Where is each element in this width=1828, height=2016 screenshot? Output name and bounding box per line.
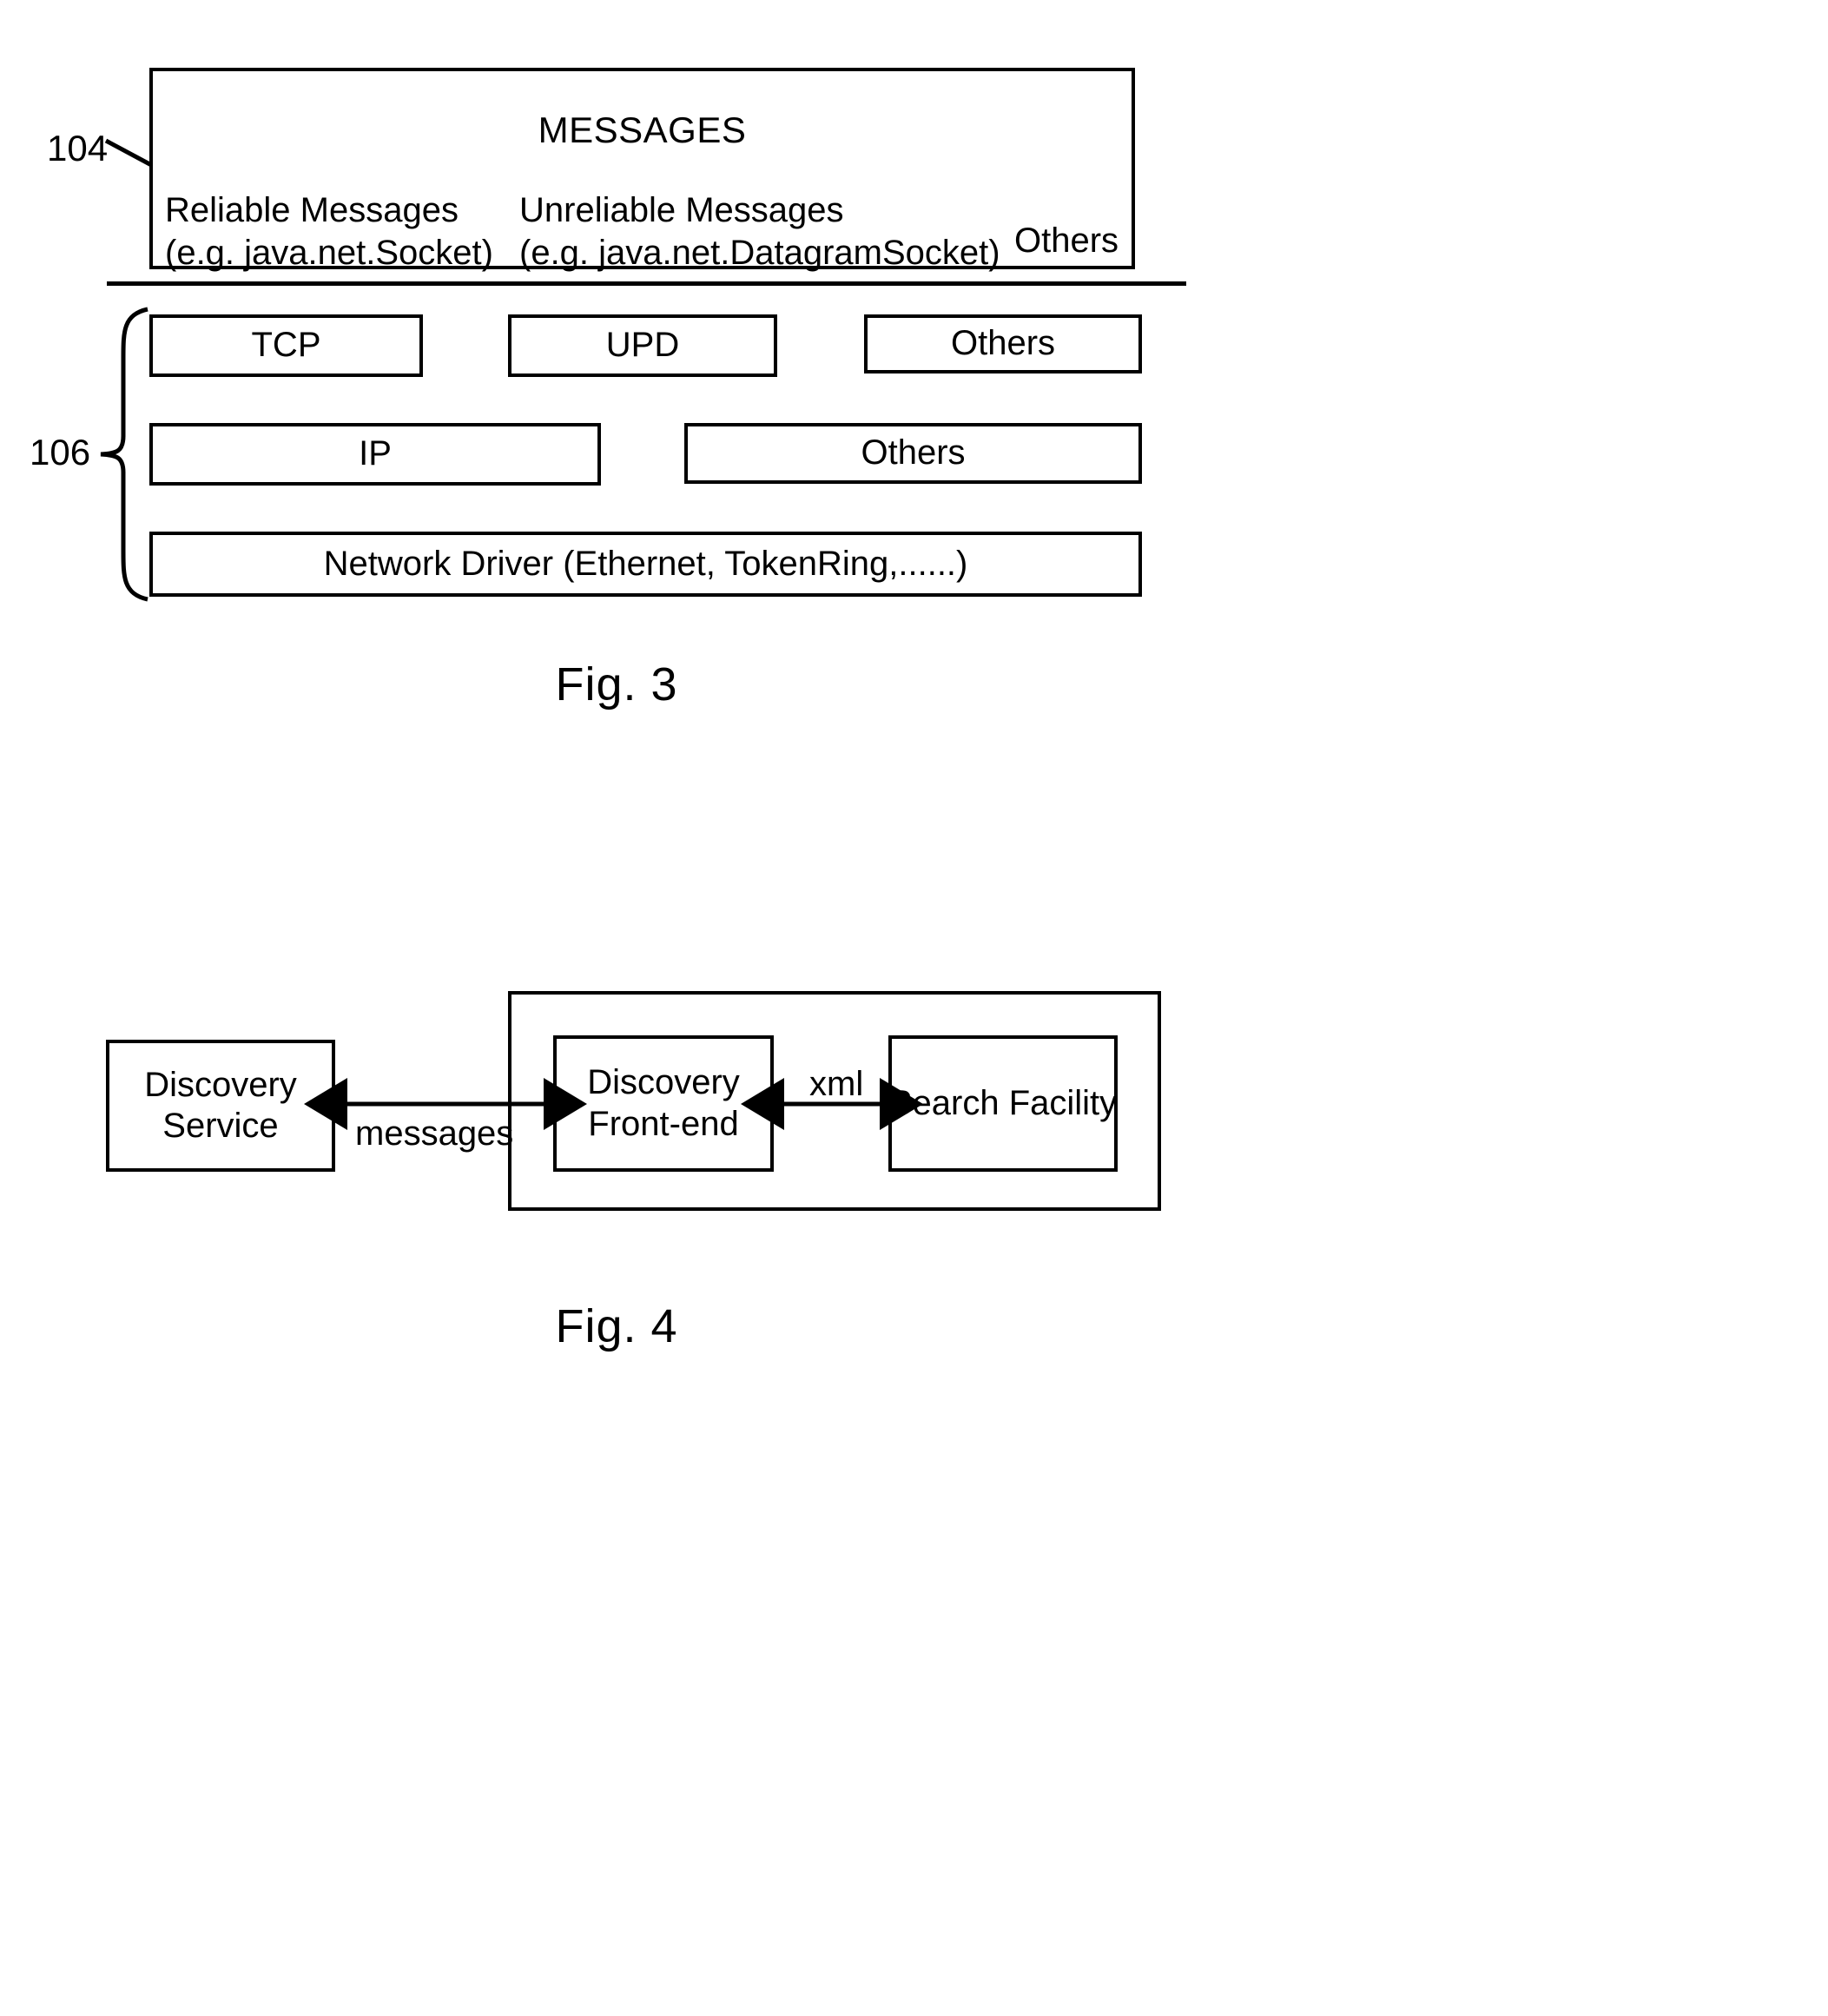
node-discovery-service-label: Discovery Service	[144, 1065, 297, 1147]
reference-numeral-104: 104	[47, 128, 109, 169]
protocol-box-others-transport-label: Others	[950, 324, 1056, 363]
node-discovery-service: Discovery Service	[106, 1040, 335, 1172]
protocol-box-others-transport: Others	[864, 314, 1142, 373]
node-discovery-frontend: Discovery Front-end	[553, 1035, 774, 1172]
unreliable-messages-line2: (e.g. java.net.DatagramSocket)	[519, 233, 1000, 272]
curly-brace-icon	[100, 307, 148, 602]
reliable-messages-label: Reliable Messages (e.g. java.net.Socket)	[165, 189, 493, 274]
node-discovery-service-line1: Discovery	[144, 1065, 297, 1104]
protocol-box-others-network-label: Others	[861, 433, 966, 473]
node-discovery-service-line2: Service	[162, 1107, 279, 1145]
protocol-box-ip-label: IP	[359, 434, 392, 473]
node-discovery-frontend-label: Discovery Front-end	[587, 1062, 740, 1144]
node-discovery-frontend-line1: Discovery	[587, 1063, 740, 1102]
protocol-box-tcp: TCP	[149, 314, 423, 377]
edge-label-messages: messages	[355, 1114, 514, 1153]
layer-divider-rule	[107, 281, 1186, 286]
protocol-box-network-driver-label: Network Driver (Ethernet, TokenRing,....…	[323, 544, 968, 583]
reliable-messages-line2: (e.g. java.net.Socket)	[165, 233, 493, 272]
unreliable-messages-line1: Unreliable Messages	[519, 191, 844, 229]
figure-4-caption: Fig. 4	[555, 1300, 678, 1352]
node-search-facility: Search Facility	[888, 1035, 1118, 1172]
protocol-box-ip: IP	[149, 423, 601, 486]
unreliable-messages-label: Unreliable Messages (e.g. java.net.Datagr…	[519, 189, 1000, 274]
node-discovery-frontend-line2: Front-end	[588, 1104, 739, 1143]
figure-3-caption: Fig. 3	[555, 658, 678, 711]
edge-label-xml: xml	[809, 1065, 864, 1103]
protocol-box-tcp-label: TCP	[251, 326, 321, 365]
protocol-box-upd-label: UPD	[605, 326, 680, 365]
node-search-facility-label: Search Facility	[888, 1083, 1118, 1122]
messages-title: MESSAGES	[538, 109, 747, 150]
messages-others-label: Others	[1014, 221, 1119, 260]
protocol-box-others-network: Others	[684, 423, 1142, 484]
reference-numeral-106: 106	[30, 432, 91, 473]
protocol-box-network-driver: Network Driver (Ethernet, TokenRing,....…	[149, 532, 1142, 597]
protocol-box-upd: UPD	[508, 314, 777, 377]
reliable-messages-line1: Reliable Messages	[165, 191, 459, 229]
patent-drawing-sheet: 104 MESSAGES Reliable Messages (e.g. java…	[0, 0, 1828, 2016]
